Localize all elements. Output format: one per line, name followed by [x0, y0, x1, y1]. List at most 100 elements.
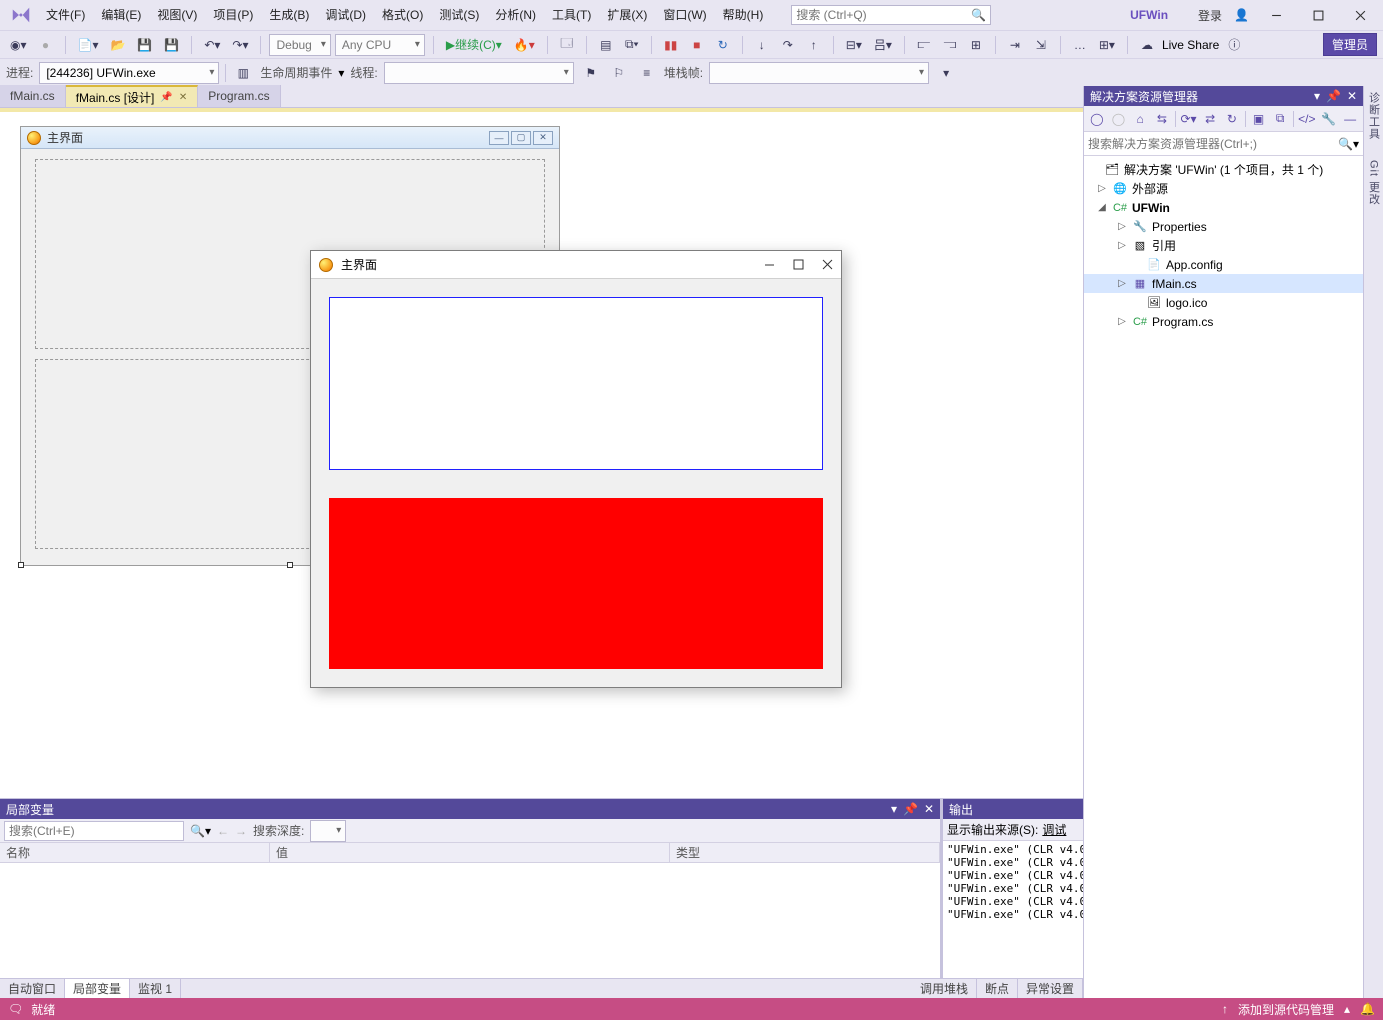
resize-handle-icon[interactable]: [287, 562, 293, 568]
align-2-button[interactable]: 吕▾: [870, 34, 896, 56]
panel-close-icon[interactable]: ✕: [1347, 89, 1357, 103]
tb-icon-3[interactable]: ⧉▾: [621, 34, 643, 56]
resize-handle-icon[interactable]: [18, 562, 24, 568]
source-control-up-icon[interactable]: ↑: [1222, 1002, 1228, 1016]
menu-n[interactable]: 分析(N): [487, 8, 544, 22]
layout-1-icon[interactable]: ⫍: [913, 34, 935, 56]
nav-fwd-button[interactable]: ●: [35, 34, 57, 56]
search-icon[interactable]: 🔍▾: [190, 824, 211, 838]
tab-locals[interactable]: 局部变量: [65, 979, 130, 998]
nav-fwd-icon[interactable]: →: [235, 824, 247, 838]
maximize-button[interactable]: [1303, 2, 1333, 28]
se-more-icon[interactable]: —: [1341, 110, 1359, 128]
tab-watch1[interactable]: 监视 1: [130, 979, 181, 998]
running-form-window[interactable]: 主界面: [310, 250, 842, 688]
tb-icon-1[interactable]: 🗔: [556, 34, 578, 56]
menu-e[interactable]: 编辑(E): [93, 8, 149, 22]
se-switch-icon[interactable]: ⇆: [1153, 110, 1171, 128]
step-out-button[interactable]: ↑: [803, 34, 825, 56]
panel-menu-icon[interactable]: ▾: [1314, 89, 1320, 103]
live-share-label[interactable]: Live Share: [1162, 38, 1219, 52]
tab-close-icon[interactable]: ✕: [179, 92, 187, 103]
source-control-label[interactable]: 添加到源代码管理: [1238, 1001, 1334, 1018]
step-into-button[interactable]: ↓: [751, 34, 773, 56]
solution-tree[interactable]: 🗂解决方案 'UFWin' (1 个项目，共 1 个) ▷🌐外部源 ◢C#UFW…: [1084, 156, 1363, 998]
solution-explorer-search[interactable]: 🔍▾: [1084, 132, 1363, 156]
form-designer[interactable]: 主界面 — ▢ ✕: [0, 108, 1083, 798]
tree-properties[interactable]: ▷🔧Properties: [1084, 217, 1363, 236]
stackframe-combo[interactable]: [709, 62, 929, 84]
col-value[interactable]: 值: [270, 843, 670, 862]
runwin-min-button[interactable]: [764, 259, 775, 270]
se-search-input[interactable]: [1088, 137, 1338, 151]
panel-pin-icon[interactable]: 📌: [903, 802, 918, 816]
se-view-icon[interactable]: </>: [1298, 110, 1316, 128]
nav-back-icon[interactable]: ←: [217, 824, 229, 838]
tab-fmain-cs[interactable]: fMain.cs: [0, 85, 66, 107]
thread-filter-icon[interactable]: ≡: [636, 62, 658, 84]
step-over-button[interactable]: ↷: [777, 34, 799, 56]
output-text[interactable]: "UFWin.exe" (CLR v4.0 "UFWin.exe" (CLR v…: [943, 841, 1083, 978]
running-textbox[interactable]: [329, 297, 823, 470]
thread-flag2-icon[interactable]: ⚐: [608, 62, 630, 84]
runwin-close-button[interactable]: [822, 259, 833, 270]
tree-fmain[interactable]: ▷▦fMain.cs: [1084, 274, 1363, 293]
se-back-icon[interactable]: ◯: [1088, 110, 1106, 128]
thread-flag1-icon[interactable]: ⚑: [580, 62, 602, 84]
tree-external[interactable]: ▷🌐外部源: [1084, 179, 1363, 198]
live-share-icon[interactable]: ☁: [1136, 34, 1158, 56]
menu-b[interactable]: 生成(B): [261, 8, 317, 22]
tree-appconfig[interactable]: 📄App.config: [1084, 255, 1363, 274]
restart-button[interactable]: ↻: [712, 34, 734, 56]
tab-exceptions[interactable]: 异常设置: [1018, 979, 1083, 998]
process-combo[interactable]: [244236] UFWin.exe: [39, 62, 219, 84]
pin-icon[interactable]: 📌: [160, 92, 172, 103]
open-button[interactable]: 📂: [106, 34, 129, 56]
tab-breakpoints[interactable]: 断点: [977, 979, 1018, 998]
tree-logo[interactable]: 🖼logo.ico: [1084, 293, 1363, 312]
quick-search-input[interactable]: [796, 8, 971, 22]
menu-s[interactable]: 测试(S): [431, 8, 487, 22]
menu-f[interactable]: 文件(F): [38, 8, 93, 22]
config-combo[interactable]: Debug: [269, 34, 330, 56]
save-button[interactable]: 💾: [133, 34, 156, 56]
minimize-button[interactable]: [1261, 2, 1291, 28]
side-tab-git[interactable]: Git 更改: [1366, 160, 1382, 205]
col-name[interactable]: 名称: [0, 843, 270, 862]
thread-combo[interactable]: [384, 62, 574, 84]
locals-search-input[interactable]: [4, 821, 184, 841]
tab-callstack[interactable]: 调用堆栈: [912, 979, 977, 998]
se-fwd-icon[interactable]: ◯: [1110, 110, 1128, 128]
menu-w[interactable]: 窗口(W): [655, 8, 714, 22]
redo-button[interactable]: ↷▾: [228, 34, 252, 56]
undo-button[interactable]: ↶▾: [200, 34, 224, 56]
tree-references[interactable]: ▷▧引用: [1084, 236, 1363, 255]
quick-search-box[interactable]: 🔍: [791, 5, 991, 25]
running-red-panel[interactable]: [329, 498, 823, 669]
close-button[interactable]: [1345, 2, 1375, 28]
se-properties-icon[interactable]: 🔧: [1320, 110, 1338, 128]
menu-h[interactable]: 帮助(H): [715, 8, 772, 22]
tab-program-cs[interactable]: Program.cs: [198, 85, 280, 107]
tab-autos[interactable]: 自动窗口: [0, 979, 65, 998]
se-showall-icon[interactable]: ▣: [1250, 110, 1268, 128]
menu-d[interactable]: 调试(D): [317, 8, 374, 22]
tree-program[interactable]: ▷C#Program.cs: [1084, 312, 1363, 331]
panel-menu-icon[interactable]: ▾: [891, 802, 897, 816]
layout-2-icon[interactable]: ⫎: [939, 34, 961, 56]
panel-pin-icon[interactable]: 📌: [1326, 89, 1341, 103]
spacing-2-icon[interactable]: ⇲: [1030, 34, 1052, 56]
panel-close-icon[interactable]: ✕: [924, 802, 934, 816]
tree-project[interactable]: ◢C#UFWin: [1084, 198, 1363, 217]
se-refresh-icon[interactable]: ↻: [1223, 110, 1241, 128]
notifications-icon[interactable]: 🔔: [1360, 1002, 1375, 1016]
tree-solution[interactable]: 🗂解决方案 'UFWin' (1 个项目，共 1 个): [1084, 160, 1363, 179]
col-type[interactable]: 类型: [670, 843, 940, 862]
nav-back-button[interactable]: ◉▾: [6, 34, 31, 56]
pause-button[interactable]: ▮▮: [660, 34, 682, 56]
feedback-icon[interactable]: ⓘ: [1223, 34, 1245, 56]
order-2-icon[interactable]: ⊞▾: [1095, 34, 1119, 56]
chevron-up-icon[interactable]: ▴: [1344, 1002, 1350, 1016]
runwin-max-button[interactable]: [793, 259, 804, 270]
tab-fmain-design[interactable]: fMain.cs [设计]📌✕: [66, 85, 199, 107]
